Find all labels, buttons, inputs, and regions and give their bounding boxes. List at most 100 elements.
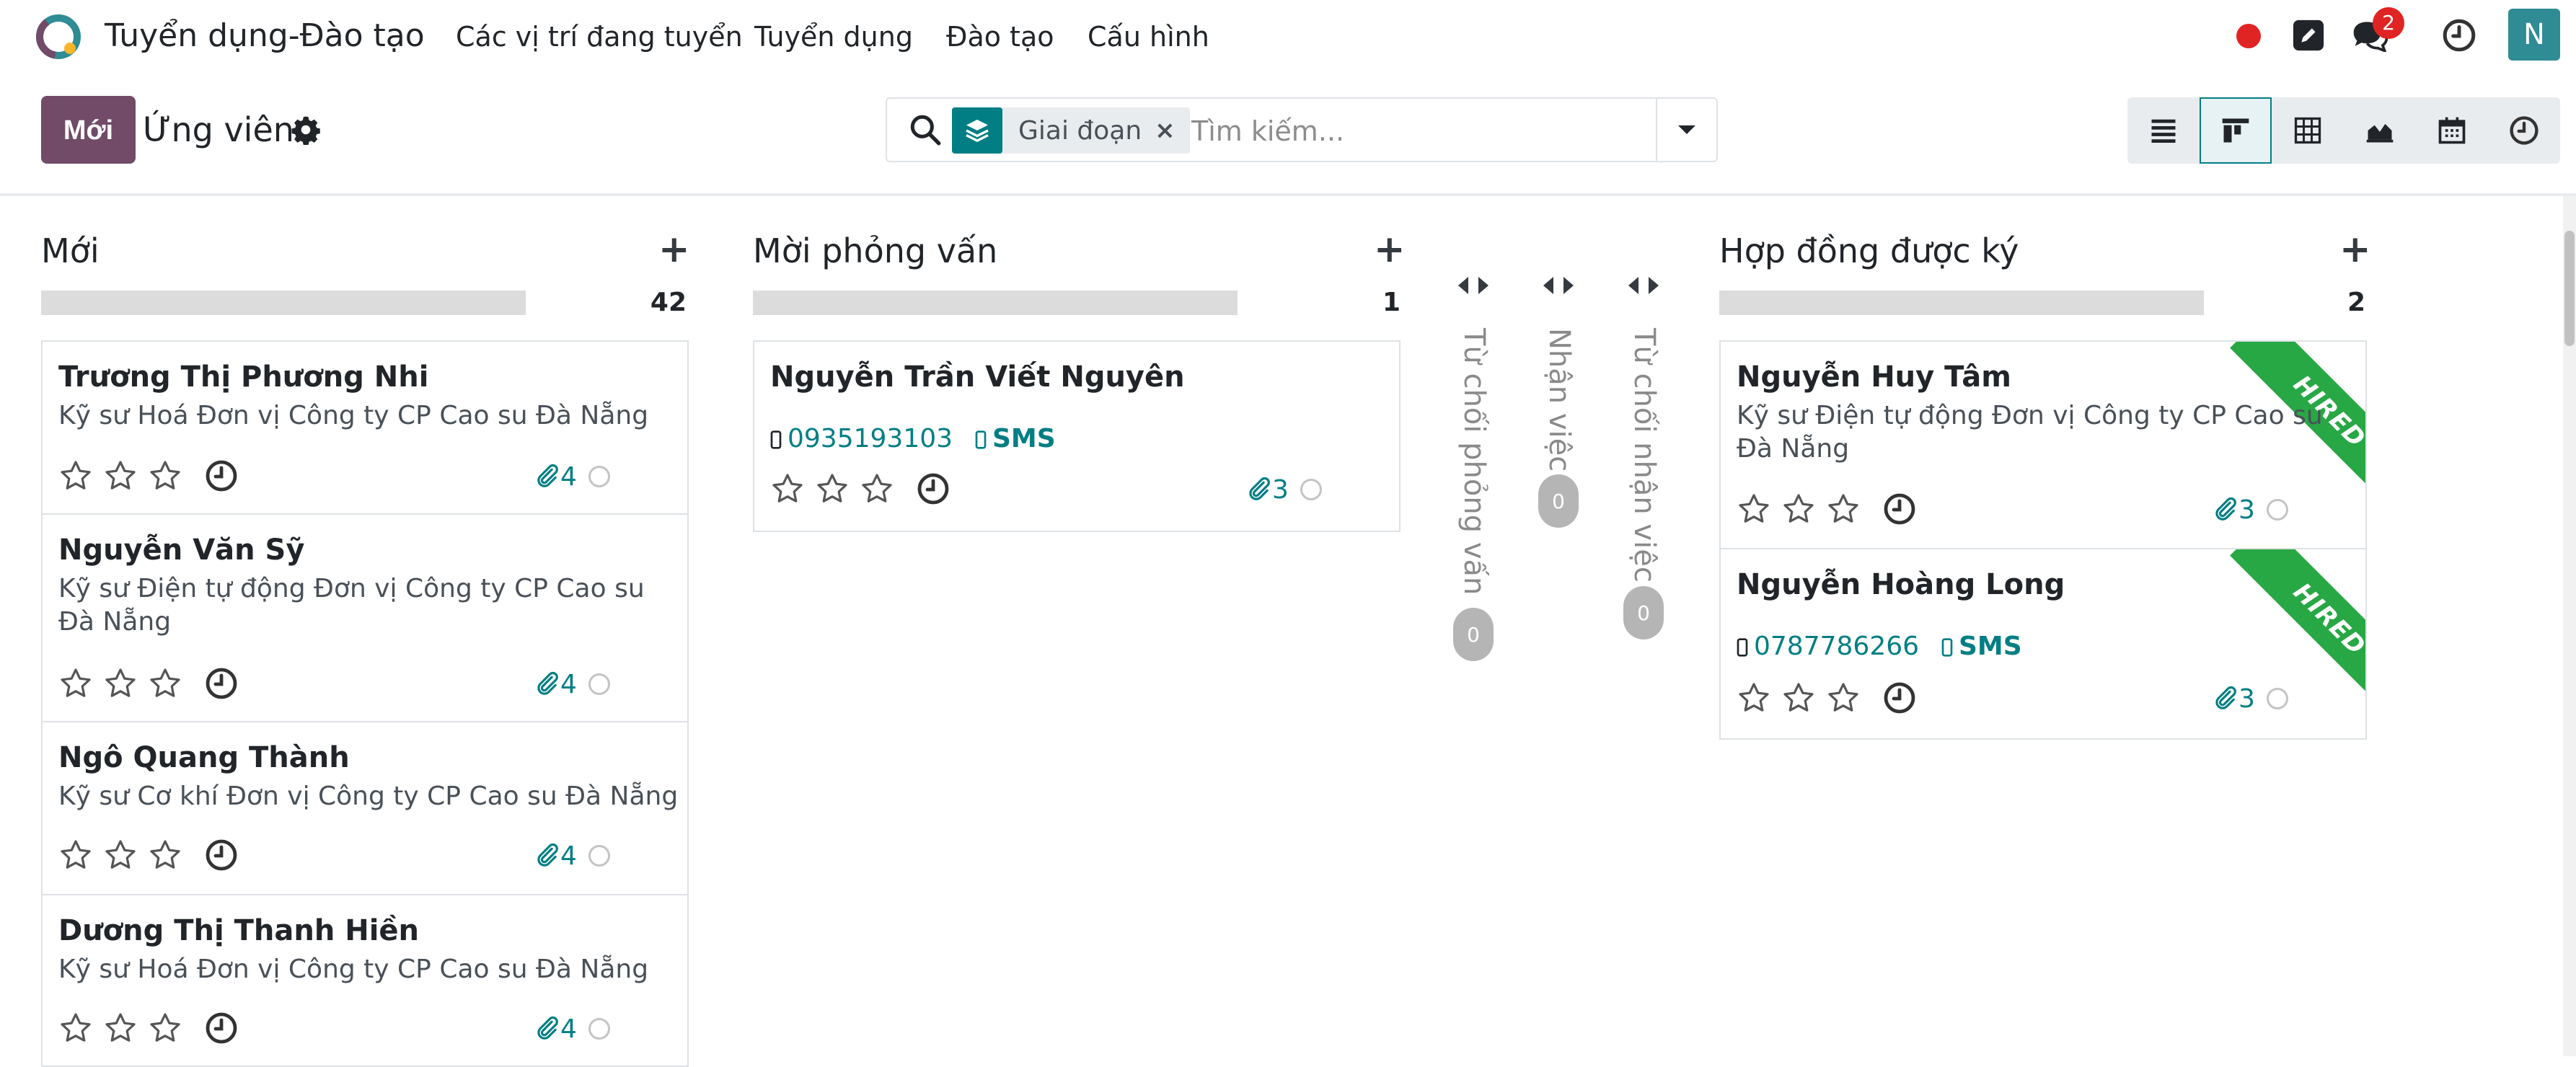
star-icon[interactable] xyxy=(148,666,182,701)
star-icon[interactable] xyxy=(770,471,805,506)
priority-stars[interactable] xyxy=(58,838,182,872)
app-title[interactable]: Tuyển dụng-Đào tạo xyxy=(105,14,425,58)
kanban-state-dot[interactable] xyxy=(588,673,610,695)
star-icon[interactable] xyxy=(103,459,138,493)
user-avatar[interactable]: N xyxy=(2508,9,2560,61)
applicant-card[interactable]: Dương Thị Thanh Hiền Kỹ sư Hoá Đơn vị Cô… xyxy=(41,894,689,1067)
recording-dot-icon[interactable] xyxy=(2236,24,2261,48)
applicant-job: Kỹ sư Hoá Đơn vị Công ty CP Cao su Đà Nẵ… xyxy=(58,401,649,430)
star-icon[interactable] xyxy=(1826,681,1861,715)
graph-view-button[interactable] xyxy=(2344,97,2416,164)
mobile-phone-icon xyxy=(770,430,782,450)
menu-item-recruitment[interactable]: Tuyển dụng xyxy=(754,17,913,56)
expand-arrows-icon[interactable] xyxy=(1448,271,1499,300)
activity-view-button[interactable] xyxy=(2488,97,2560,164)
expand-arrows-icon[interactable] xyxy=(1618,271,1669,300)
star-icon[interactable] xyxy=(58,838,93,872)
column-progress-bar[interactable] xyxy=(1719,291,2204,315)
applicant-card[interactable]: Nguyễn Trần Viết Nguyên 0935193103 SMS 3 xyxy=(753,340,1401,532)
kanban-state-dot[interactable] xyxy=(2267,688,2288,709)
applicant-card[interactable]: HIRED Nguyễn Hoàng Long 0787786266 SMS 3 xyxy=(1719,548,2367,740)
folded-column[interactable]: Nhận việc 0 xyxy=(1533,216,1584,548)
star-icon[interactable] xyxy=(103,1011,138,1045)
column-count: 2 xyxy=(2347,288,2365,317)
list-view-button[interactable] xyxy=(2127,97,2200,164)
priority-stars[interactable] xyxy=(1737,492,1861,526)
pivot-view-button[interactable] xyxy=(2272,97,2344,164)
chat-badge: 2 xyxy=(2373,7,2404,39)
column-title-new[interactable]: Mới xyxy=(41,229,100,273)
folded-column[interactable]: Từ chối phỏng vấn 0 xyxy=(1448,216,1499,678)
menu-item-configuration[interactable]: Cấu hình xyxy=(1088,17,1209,56)
star-icon[interactable] xyxy=(1737,492,1771,526)
activity-clock-icon[interactable] xyxy=(916,471,950,506)
activity-clock-icon[interactable] xyxy=(204,459,239,493)
calendar-view-button[interactable] xyxy=(2416,97,2488,164)
star-icon[interactable] xyxy=(58,666,93,701)
search-facet[interactable]: Giai đoạn × xyxy=(952,107,1190,154)
star-icon[interactable] xyxy=(1781,492,1816,526)
star-icon[interactable] xyxy=(1781,681,1816,715)
facet-label: Giai đoạn xyxy=(1018,115,1142,146)
new-button[interactable]: Mới xyxy=(41,96,136,164)
activity-clock-icon[interactable] xyxy=(2441,17,2477,53)
menu-item-training[interactable]: Đào tạo xyxy=(946,17,1054,56)
kanban-view-button[interactable] xyxy=(2200,97,2272,164)
priority-stars[interactable] xyxy=(1737,681,1861,715)
search-input[interactable] xyxy=(1190,109,1626,154)
expand-arrows-icon[interactable] xyxy=(1533,271,1584,300)
activity-clock-icon[interactable] xyxy=(1882,681,1917,715)
star-icon[interactable] xyxy=(58,1011,93,1045)
star-icon[interactable] xyxy=(148,1011,182,1045)
column-add-icon[interactable]: + xyxy=(1374,231,1406,268)
priority-stars[interactable] xyxy=(770,471,894,506)
sms-button[interactable]: SMS xyxy=(975,422,1056,456)
gear-icon[interactable] xyxy=(291,115,321,145)
priority-stars[interactable] xyxy=(58,666,182,701)
column-title-contract-signed[interactable]: Hợp đồng được ký xyxy=(1719,229,2019,273)
applicant-phone[interactable]: 0787786266 xyxy=(1737,630,1919,663)
column-add-icon[interactable]: + xyxy=(2339,231,2371,268)
kanban-state-dot[interactable] xyxy=(2267,499,2288,521)
kanban-state-dot[interactable] xyxy=(588,466,610,487)
activity-clock-icon[interactable] xyxy=(1882,492,1917,526)
applicant-card[interactable]: Trương Thị Phương Nhi Kỹ sư Hoá Đơn vị C… xyxy=(41,340,689,515)
star-icon[interactable] xyxy=(103,666,138,701)
column-progress-bar[interactable] xyxy=(41,291,526,315)
activity-clock-icon[interactable] xyxy=(204,1011,239,1045)
applicant-card[interactable]: Nguyễn Văn Sỹ Kỹ sư Điện tự động Đơn vị … xyxy=(41,513,689,722)
edit-icon[interactable] xyxy=(2292,19,2325,52)
star-icon[interactable] xyxy=(1826,492,1861,526)
applicant-name: Nguyễn Hoàng Long xyxy=(1737,568,2065,601)
search-icon[interactable] xyxy=(907,112,943,148)
search-options-toggle[interactable] xyxy=(1656,99,1716,161)
star-icon[interactable] xyxy=(815,471,850,506)
kanban-state-dot[interactable] xyxy=(1300,479,1322,500)
star-icon[interactable] xyxy=(58,459,93,493)
priority-stars[interactable] xyxy=(58,459,182,493)
column-title-interview[interactable]: Mời phỏng vấn xyxy=(753,229,997,273)
sms-button[interactable]: SMS xyxy=(1941,630,2022,663)
kanban-state-dot[interactable] xyxy=(588,1018,610,1040)
column-progress-bar[interactable] xyxy=(753,291,1238,315)
applicant-phone[interactable]: 0935193103 xyxy=(770,422,953,456)
odoo-logo-icon[interactable] xyxy=(36,14,81,59)
kanban-state-dot[interactable] xyxy=(588,845,610,867)
menu-item-open-positions[interactable]: Các vị trí đang tuyển xyxy=(456,17,743,56)
facet-remove-icon[interactable]: × xyxy=(1155,116,1190,145)
star-icon[interactable] xyxy=(103,838,138,872)
priority-stars[interactable] xyxy=(58,1011,182,1045)
applicant-card[interactable]: HIRED Nguyễn Huy Tâm Kỹ sư Điện tự động … xyxy=(1719,340,2367,549)
star-icon[interactable] xyxy=(148,459,182,493)
activity-clock-icon[interactable] xyxy=(204,838,239,872)
applicant-job: Kỹ sư Cơ khí Đơn vị Công ty CP Cao su Đà… xyxy=(58,782,679,811)
star-icon[interactable] xyxy=(860,471,894,506)
layers-icon xyxy=(952,107,1002,154)
star-icon[interactable] xyxy=(148,838,182,872)
applicant-card[interactable]: Ngô Quang Thành Kỹ sư Cơ khí Đơn vị Công… xyxy=(41,721,689,895)
star-icon[interactable] xyxy=(1737,681,1771,715)
scrollbar-thumb[interactable] xyxy=(2564,231,2575,346)
activity-clock-icon[interactable] xyxy=(204,666,239,701)
folded-column[interactable]: Từ chối nhận việc 0 xyxy=(1618,216,1669,663)
column-add-icon[interactable]: + xyxy=(658,231,690,268)
